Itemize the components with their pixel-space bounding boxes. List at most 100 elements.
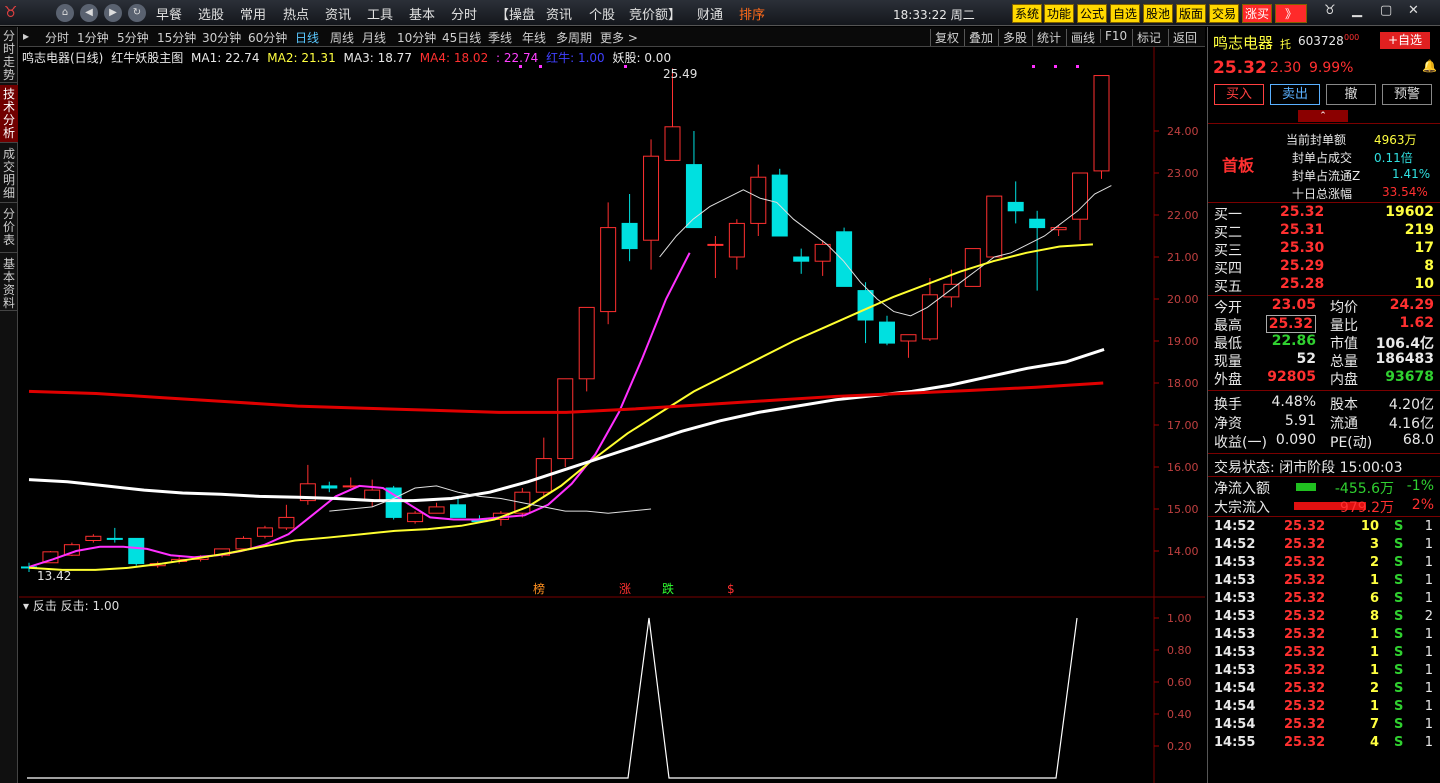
period-item-2[interactable]: 5分钟 [117,29,149,46]
y-tick-label: 15.00 [1167,503,1199,516]
bell-icon[interactable]: 🔔 [1422,59,1437,73]
menu-item-10[interactable]: 个股 [589,4,615,23]
trade-button-2[interactable]: 撤 [1326,84,1376,105]
trade-button-3[interactable]: 预警 [1382,84,1432,105]
minimize-icon[interactable]: ▁ [1352,3,1362,18]
chart-tool-3[interactable]: 统计 [1032,29,1061,46]
trade-button-1[interactable]: 卖出 [1270,84,1320,105]
left-tab-0[interactable]: 分时走势 [0,27,18,83]
left-tab-1[interactable]: 技术分析 [0,85,18,143]
chart-tool-5[interactable]: F10 [1100,29,1127,43]
period-expand-icon[interactable]: ▸ [23,29,29,43]
period-item-8[interactable]: 月线 [362,29,386,46]
forward-icon[interactable]: ▶ [104,4,122,22]
menu-item-2[interactable]: 常用 [240,4,266,23]
menu-item-3[interactable]: 热点 [283,4,309,23]
menu-item-7[interactable]: 分时 [451,4,477,23]
period-item-12[interactable]: 年线 [522,29,546,46]
period-item-13[interactable]: 多周期 [556,29,592,46]
period-item-5[interactable]: 60分钟 [248,29,287,46]
maximize-icon[interactable]: ▢ [1380,3,1392,18]
toolbar-button-0[interactable]: 系统 [1012,4,1042,23]
tick-price: 25.32 [1284,537,1326,552]
chart-tool-6[interactable]: 标记 [1132,29,1161,46]
menu-item-1[interactable]: 选股 [198,4,224,23]
tick-row: 14:54 25.32 1 S 1 [1208,699,1440,717]
toolbar-button-5[interactable]: 版面 [1176,4,1206,23]
seal-value: 0.11倍 [1374,151,1413,165]
yaogu-value: 妖股: 0.00 [612,51,672,65]
period-item-3[interactable]: 15分钟 [157,29,196,46]
add-watchlist-button[interactable]: +自选 [1380,32,1430,49]
period-item-0[interactable]: 分时 [45,29,69,46]
toolbar-button-2[interactable]: 公式 [1077,4,1107,23]
signal-dot [1054,65,1057,68]
period-item-6[interactable]: 日线 [295,29,319,46]
period-item-1[interactable]: 1分钟 [77,29,109,46]
menu-item-5[interactable]: 工具 [367,4,393,23]
period-item-11[interactable]: 季线 [488,29,512,46]
tick-side: S [1394,609,1404,624]
sub-indicator-title[interactable]: ▾ 反击 反击: 1.00 [23,599,119,613]
chart-tool-2[interactable]: 多股 [998,29,1027,46]
refresh-icon[interactable]: ↻ [128,4,146,22]
chart-tool-1[interactable]: 叠加 [964,29,993,46]
tick-volume: 4 [1369,735,1379,750]
stock-tag: 托 [1280,38,1291,51]
trade-status: 交易状态: 闭市阶段 15:00:03 [1214,460,1403,476]
period-item-7[interactable]: 周线 [330,29,354,46]
menu-item-6[interactable]: 基本 [409,4,435,23]
ma1-value: MA1: 22.74 [191,51,260,65]
home-icon[interactable]: ⌂ [56,4,74,22]
bull-small-icon[interactable]: ♉ [1324,3,1336,18]
toolbar-button-1[interactable]: 功能 [1044,4,1074,23]
stat-label: 收益(一) [1214,435,1267,451]
toolbar-button-7[interactable]: 涨买 [1242,4,1272,23]
tick-count: 1 [1424,699,1433,714]
candle [728,219,745,270]
toolbar-button-6[interactable]: 交易 [1209,4,1239,23]
left-tab-4[interactable]: 基本资料 [0,255,18,311]
close-icon[interactable]: ✕ [1408,3,1419,18]
tick-side: S [1394,717,1404,732]
menu-item-12[interactable]: 财通 [697,4,723,23]
candle [364,479,381,507]
toolbar-button-4[interactable]: 股池 [1143,4,1173,23]
y-tick-label: 21.00 [1167,251,1199,264]
chart-tool-4[interactable]: 画线 [1066,29,1095,46]
collapse-icon[interactable]: ⌃ [1298,110,1348,122]
tick-time: 14:52 [1214,537,1256,552]
period-item-4[interactable]: 30分钟 [202,29,241,46]
menu-item-13[interactable]: 排序 [739,4,765,23]
bid-price: 25.32 [1280,204,1325,220]
candle [128,537,145,566]
divider [1208,295,1440,296]
menu-item-4[interactable]: 资讯 [325,4,351,23]
menu-item-11[interactable]: 竞价额】 [629,4,681,23]
trade-button-0[interactable]: 买入 [1214,84,1264,105]
top-menu-bar: ♉ ⌂ ◀ ▶ ↻ 早餐 选股 常用 热点 资讯 工具 基本 分时 【操盘 资讯 个股 竞价额】 财通排… [0,0,1440,26]
period-item-14[interactable]: 更多 > [600,29,638,46]
toolbar-button-3[interactable]: 自选 [1110,4,1140,23]
quote-panel: 鸣志电器托 603728 000 +自选 25.32 2.30 9.99% 🔔 买入 卖出撤预警 ⌃… [1207,27,1440,783]
indicator-name[interactable]: 红牛妖股主图 [111,51,183,65]
toolbar-button-8[interactable]: 》 [1275,4,1307,23]
y-tick-label: 23.00 [1167,167,1199,180]
stat-value: 23.05 [1271,297,1316,313]
chart-tool-0[interactable]: 复权 [930,29,959,46]
left-tab-3[interactable]: 分价表 [0,205,18,253]
kline-chart[interactable]: 24.00 23.00 22.00 21.00 20.00 19.00 18.00 17.00… [19,47,1205,783]
stock-code-sup: 000 [1344,33,1360,42]
back-icon[interactable]: ◀ [80,4,98,22]
period-item-10[interactable]: 45日线 [442,29,481,46]
period-item-9[interactable]: 10分钟 [397,29,436,46]
menu-item-9[interactable]: 资讯 [546,4,572,23]
flow-value: 979.2万 [1339,500,1394,516]
tick-row: 14:52 25.32 10 S 1 [1208,519,1440,537]
menu-item-0[interactable]: 早餐 [156,4,182,23]
chart-tool-7[interactable]: 返回 [1168,29,1197,46]
left-tab-2[interactable]: 成交明细 [0,145,18,203]
tick-side: S [1394,663,1404,678]
menu-item-8[interactable]: 【操盘 [496,4,535,23]
stat-label: 股本 [1330,397,1358,413]
